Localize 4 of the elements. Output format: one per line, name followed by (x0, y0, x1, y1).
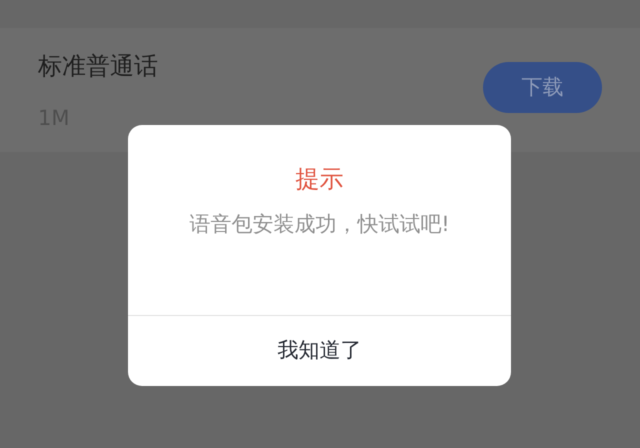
voice-pack-name: 标准普通话 (38, 51, 158, 82)
got-it-button[interactable]: 我知道了 (128, 316, 511, 386)
dialog-message: 语音包安装成功，快试试吧! (188, 211, 451, 238)
dialog-title: 提示 (294, 164, 344, 195)
